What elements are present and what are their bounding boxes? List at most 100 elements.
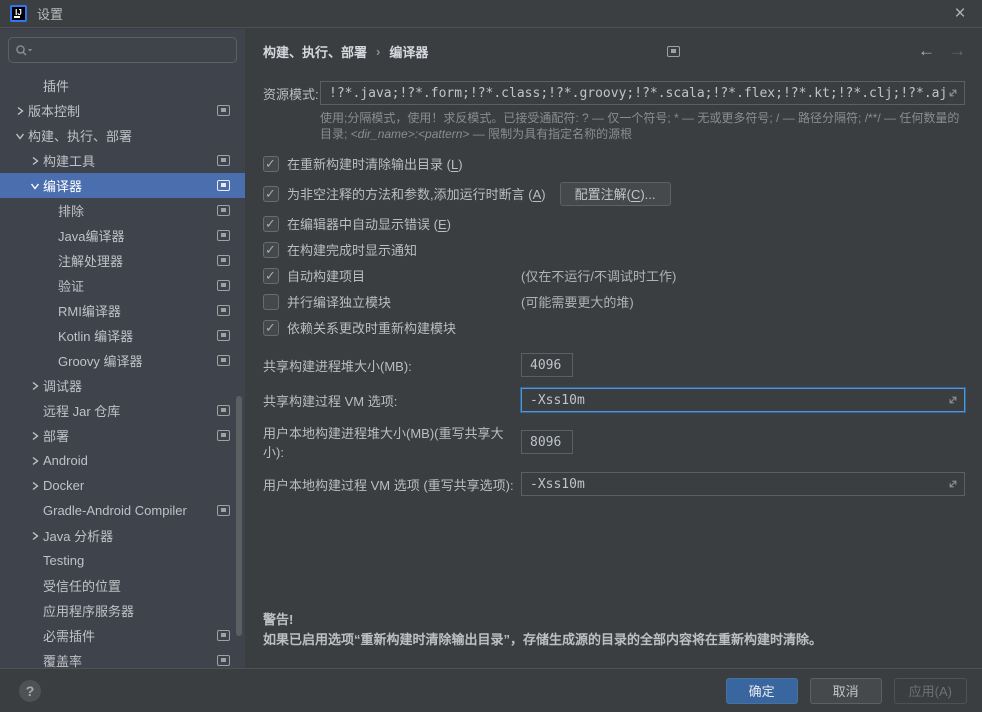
sidebar-item-14[interactable]: 部署 (0, 423, 245, 448)
field-row-2: 用户本地构建进程堆大小(MB)(重写共享大小): (263, 423, 965, 461)
resource-patterns-input[interactable] (329, 86, 956, 101)
breadcrumb-separator: › (376, 44, 380, 59)
screen-icon (217, 355, 230, 366)
checkbox-label[interactable]: 在构建完成时显示通知 (287, 240, 417, 259)
resource-patterns-help: 使用;分隔模式，使用！求反模式。已接受通配符: ? — 仅一个符号; * — 无… (320, 110, 965, 142)
field-label: 用户本地构建进程堆大小(MB)(重写共享大小): (263, 423, 521, 461)
sidebar-item-15[interactable]: Android (0, 448, 245, 473)
settings-sidebar: 插件版本控制构建、执行、部署构建工具编译器排除 Java编译器注解处理器验证 RMI… (0, 29, 245, 668)
checkbox-label[interactable]: 自动构建项目 (287, 266, 365, 285)
ok-button[interactable]: 确定 (726, 678, 798, 704)
sidebar-item-12[interactable]: 调试器 (0, 373, 245, 398)
chevron-down-icon[interactable] (27, 178, 43, 194)
chevron-right-icon[interactable] (27, 453, 43, 469)
checkbox[interactable] (263, 216, 279, 232)
sidebar-item-0[interactable]: 插件 (0, 73, 245, 98)
field-row-1: 共享构建过程 VM 选项: (263, 388, 965, 412)
breadcrumb-parent[interactable]: 构建、执行、部署 (263, 42, 367, 61)
checkbox-label[interactable]: 依赖关系更改时重新构建模块 (287, 318, 456, 337)
sidebar-item-17[interactable]: Gradle-Android Compiler (0, 498, 245, 523)
cancel-button[interactable]: 取消 (810, 678, 882, 704)
sidebar-item-label: Groovy 编译器 (58, 351, 143, 370)
checkbox-label[interactable]: 并行编译独立模块 (287, 292, 391, 311)
back-arrow-icon[interactable]: ← (918, 41, 935, 61)
checkbox-note: (仅在不运行/不调试时工作) (521, 266, 676, 285)
field-input[interactable] (530, 393, 956, 408)
sidebar-item-label: 注解处理器 (58, 251, 123, 270)
expand-icon[interactable] (947, 394, 959, 410)
checkbox[interactable] (263, 156, 279, 172)
field-input[interactable] (530, 435, 564, 450)
sidebar-item-3[interactable]: 构建工具 (0, 148, 245, 173)
checkbox-row-1: 为非空注释的方法和参数,添加运行时断言 (A) 配置注解(C)... (263, 177, 965, 210)
sidebar-item-7[interactable]: 注解处理器 (0, 248, 245, 273)
sidebar-item-20[interactable]: 受信任的位置 (0, 573, 245, 598)
sidebar-item-22[interactable]: 必需插件 (0, 623, 245, 648)
screen-icon (217, 630, 230, 641)
arrow-spacer (27, 78, 43, 94)
screen-icon (217, 255, 230, 266)
sidebar-item-label: Java 分析器 (43, 526, 113, 545)
search-icon (15, 44, 33, 57)
sidebar-item-16[interactable]: Docker (0, 473, 245, 498)
settings-content: 构建、执行、部署 › 编译器 ← → 资源模式: 使用;分隔模式，使用！求反模 (245, 29, 982, 668)
search-input[interactable] (37, 43, 230, 58)
sidebar-item-11[interactable]: Groovy 编译器 (0, 348, 245, 373)
checkbox-label[interactable]: 在编辑器中自动显示错误 (E) (287, 214, 451, 233)
chevron-right-icon[interactable] (27, 378, 43, 394)
arrow-spacer (42, 203, 58, 219)
sidebar-item-18[interactable]: Java 分析器 (0, 523, 245, 548)
sidebar-scrollbar[interactable] (236, 396, 242, 636)
checkbox-row-5: 并行编译独立模块(可能需要更大的堆) (263, 289, 965, 314)
checkbox[interactable] (263, 320, 279, 336)
sidebar-item-8[interactable]: 验证 (0, 273, 245, 298)
sidebar-item-23[interactable]: 覆盖率 (0, 648, 245, 668)
screen-icon (217, 105, 230, 116)
expand-icon[interactable] (947, 87, 959, 103)
sidebar-item-5[interactable]: 排除 (0, 198, 245, 223)
configure-annotations-button[interactable]: 配置注解(C)... (560, 182, 671, 206)
sidebar-item-label: 调试器 (43, 376, 82, 395)
sidebar-item-13[interactable]: 远程 Jar 仓库 (0, 398, 245, 423)
sidebar-item-label: Kotlin 编译器 (58, 326, 133, 345)
field-input[interactable] (530, 358, 564, 373)
help-icon[interactable]: ? (19, 680, 41, 702)
chevron-right-icon[interactable] (27, 428, 43, 444)
sidebar-item-10[interactable]: Kotlin 编译器 (0, 323, 245, 348)
forward-arrow-icon: → (949, 41, 966, 61)
checkbox[interactable] (263, 268, 279, 284)
checkbox-label[interactable]: 为非空注释的方法和参数,添加运行时断言 (A) (287, 184, 546, 203)
search-box[interactable] (8, 37, 237, 63)
screen-icon (217, 155, 230, 166)
sidebar-item-6[interactable]: Java编译器 (0, 223, 245, 248)
close-icon[interactable]: × (948, 4, 972, 23)
chevron-right-icon[interactable] (12, 103, 28, 119)
settings-tree: 插件版本控制构建、执行、部署构建工具编译器排除 Java编译器注解处理器验证 RMI… (0, 73, 245, 668)
sidebar-item-21[interactable]: 应用程序服务器 (0, 598, 245, 623)
sidebar-item-label: 必需插件 (43, 626, 95, 645)
chevron-right-icon[interactable] (27, 528, 43, 544)
sidebar-item-19[interactable]: Testing (0, 548, 245, 573)
checkbox[interactable] (263, 294, 279, 310)
chevron-right-icon[interactable] (27, 153, 43, 169)
sidebar-item-2[interactable]: 构建、执行、部署 (0, 123, 245, 148)
arrow-spacer (42, 303, 58, 319)
sidebar-item-9[interactable]: RMI编译器 (0, 298, 245, 323)
sidebar-item-label: RMI编译器 (58, 301, 121, 320)
expand-icon[interactable] (947, 478, 959, 494)
sidebar-item-label: 构建、执行、部署 (28, 126, 132, 145)
field-input[interactable] (530, 477, 956, 492)
sidebar-item-label: 编译器 (43, 176, 82, 195)
chevron-right-icon[interactable] (27, 478, 43, 494)
chevron-down-icon[interactable] (12, 128, 28, 144)
sidebar-item-label: Testing (43, 553, 84, 568)
sidebar-item-label: 应用程序服务器 (43, 601, 134, 620)
checkbox[interactable] (263, 186, 279, 202)
sidebar-item-1[interactable]: 版本控制 (0, 98, 245, 123)
arrow-spacer (42, 353, 58, 369)
sidebar-item-4[interactable]: 编译器 (0, 173, 245, 198)
arrow-spacer (27, 603, 43, 619)
sidebar-item-label: 排除 (58, 201, 84, 220)
checkbox-label[interactable]: 在重新构建时清除输出目录 (L) (287, 154, 463, 173)
checkbox[interactable] (263, 242, 279, 258)
